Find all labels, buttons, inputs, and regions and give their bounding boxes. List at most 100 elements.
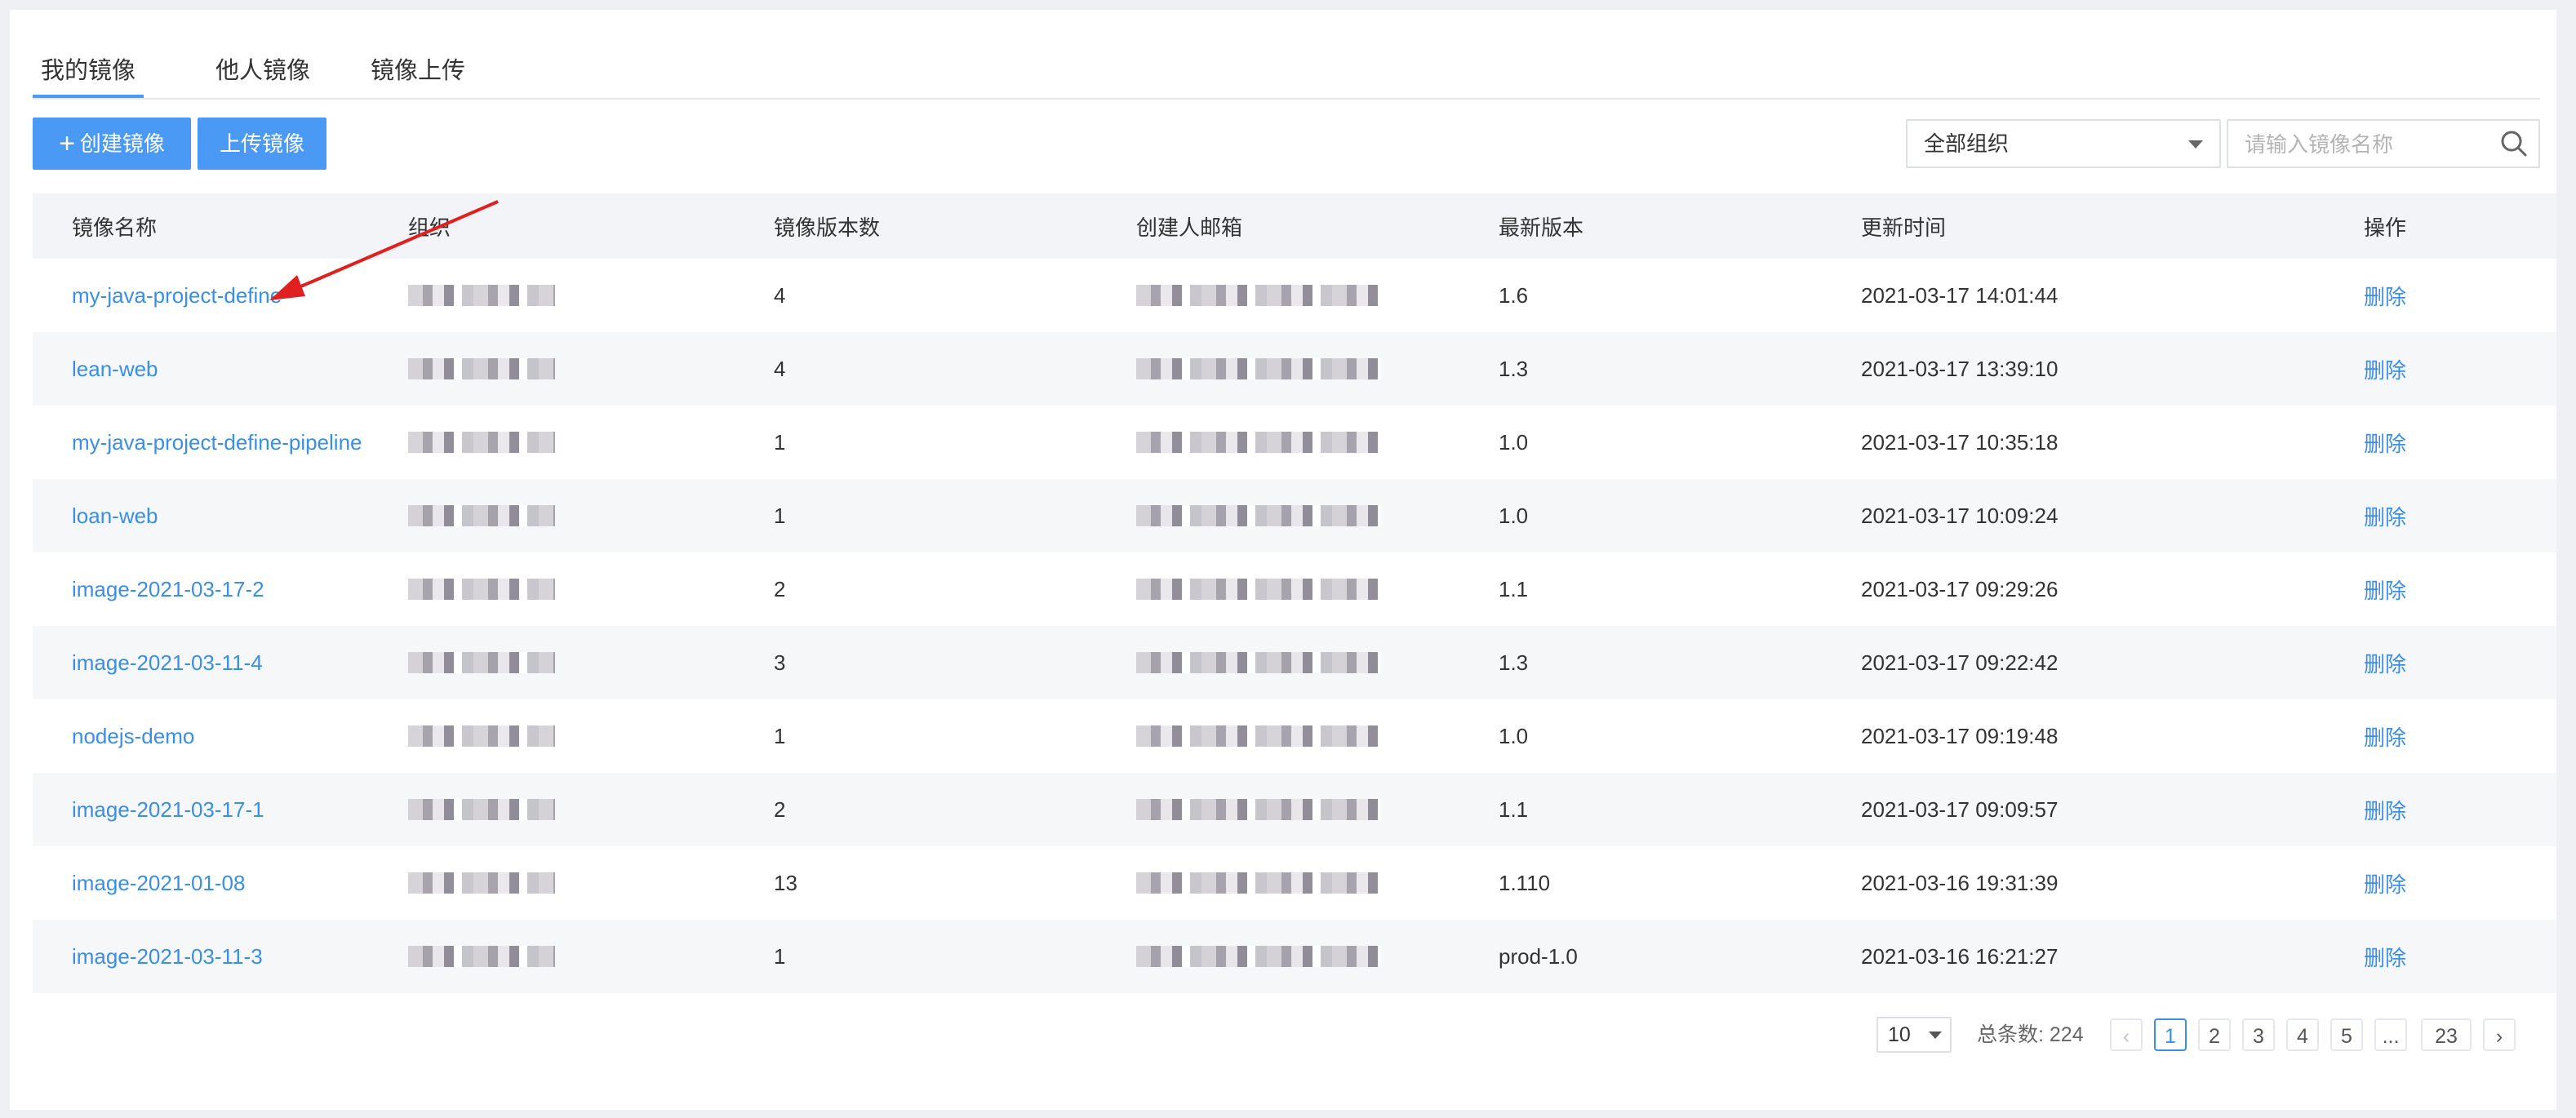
updated-time: 2021-03-17 09:19:48 xyxy=(1861,723,2059,748)
updated-time: 2021-03-17 13:39:10 xyxy=(1861,356,2059,381)
updated-time: 2021-03-17 10:09:24 xyxy=(1861,503,2059,528)
creator-email-redacted xyxy=(1136,725,1381,747)
updated-time: 2021-03-17 09:22:42 xyxy=(1861,650,2059,675)
updated-time: 2021-03-17 09:09:57 xyxy=(1861,796,2059,822)
image-name-link[interactable]: image-2021-03-17-1 xyxy=(72,797,264,823)
image-name-link[interactable]: my-java-project-define-pipeline xyxy=(72,430,362,455)
latest-version: 1.1 xyxy=(1499,796,1529,822)
organization-redacted xyxy=(408,432,555,453)
version-count: 1 xyxy=(774,503,786,528)
creator-email-redacted xyxy=(1136,505,1381,526)
delete-button[interactable]: 删除 xyxy=(2364,354,2406,384)
latest-version: 1.3 xyxy=(1499,356,1529,381)
organization-redacted xyxy=(408,285,555,306)
header-organization: 组织 xyxy=(408,215,451,240)
updated-time: 2021-03-17 14:01:44 xyxy=(1861,282,2059,308)
table-row: image-2021-03-17-2 2 1.1 2021-03-17 09:29:2… xyxy=(33,552,2556,626)
upload-image-button[interactable]: 上传镜像 xyxy=(198,118,326,170)
table-row: image-2021-01-08 13 1.110 2021-03-16 19:31:… xyxy=(33,846,2556,920)
organization-select-value: 全部组织 xyxy=(1924,131,2010,156)
header-image-name: 镜像名称 xyxy=(72,215,158,240)
page-button-3[interactable]: 3 xyxy=(2242,1018,2275,1051)
delete-button[interactable]: 删除 xyxy=(2364,721,2406,752)
organization-redacted xyxy=(408,799,555,820)
prev-page-button[interactable]: ‹ xyxy=(2110,1018,2143,1051)
latest-version: prod-1.0 xyxy=(1499,943,1578,969)
updated-time: 2021-03-16 16:21:27 xyxy=(1861,943,2059,969)
delete-button[interactable]: 删除 xyxy=(2364,868,2406,898)
image-name-link[interactable]: image-2021-03-17-2 xyxy=(72,577,264,602)
latest-version: 1.0 xyxy=(1499,723,1529,748)
image-name-link[interactable]: lean-web xyxy=(72,357,158,382)
image-name-link[interactable]: image-2021-01-08 xyxy=(72,871,245,896)
page-ellipsis-button[interactable]: ... xyxy=(2374,1018,2407,1051)
delete-button[interactable]: 删除 xyxy=(2364,501,2406,531)
create-image-label: 创建镜像 xyxy=(79,131,165,156)
delete-button[interactable]: 删除 xyxy=(2364,428,2406,458)
page-button-2[interactable]: 2 xyxy=(2198,1018,2231,1051)
creator-email-redacted xyxy=(1136,432,1381,453)
page-button-23[interactable]: 23 xyxy=(2421,1018,2472,1051)
table-row: image-2021-03-11-3 1 prod-1.0 2021-03-16 16… xyxy=(33,920,2556,993)
version-count: 4 xyxy=(774,282,786,308)
latest-version: 1.110 xyxy=(1499,870,1551,895)
image-name-link[interactable]: image-2021-03-11-4 xyxy=(72,650,263,676)
organization-redacted xyxy=(408,505,555,526)
latest-version: 1.0 xyxy=(1499,429,1529,455)
table-row: my-java-project-define 4 1.6 2021-03-17 14:… xyxy=(33,259,2556,332)
organization-redacted xyxy=(408,652,555,673)
main-panel: 我的镜像 他人镜像 镜像上传 +创建镜像 上传镜像 全部组织 镜像名称 组织 镜… xyxy=(10,10,2556,1110)
page-size-value: 10 xyxy=(1888,1023,1911,1046)
latest-version: 1.0 xyxy=(1499,503,1529,528)
delete-button[interactable]: 删除 xyxy=(2364,281,2406,311)
organization-select[interactable]: 全部组织 xyxy=(1906,119,2221,168)
search-box xyxy=(2227,119,2540,168)
latest-version: 1.1 xyxy=(1499,576,1529,601)
table-row: image-2021-03-11-4 3 1.3 2021-03-17 09:22:4… xyxy=(33,626,2556,699)
table-row: lean-web 4 1.3 2021-03-17 13:39:10 删除 xyxy=(33,332,2556,406)
delete-button[interactable]: 删除 xyxy=(2364,575,2406,605)
page-button-1[interactable]: 1 xyxy=(2154,1018,2187,1051)
creator-email-redacted xyxy=(1136,946,1381,967)
delete-button[interactable]: 删除 xyxy=(2364,648,2406,678)
chevron-down-icon xyxy=(1929,1031,1942,1039)
version-count: 13 xyxy=(774,870,797,895)
image-table: 镜像名称 组织 镜像版本数 创建人邮箱 最新版本 更新时间 操作 my-java… xyxy=(33,193,2556,993)
tab-others-images[interactable]: 他人镜像 xyxy=(207,46,318,96)
creator-email-redacted xyxy=(1136,872,1381,894)
total-count: 总条数: 224 xyxy=(1977,1023,2084,1046)
page-button-5[interactable]: 5 xyxy=(2330,1018,2363,1051)
organization-redacted xyxy=(408,872,555,894)
image-name-link[interactable]: loan-web xyxy=(72,504,158,529)
header-version-count: 镜像版本数 xyxy=(774,215,881,240)
delete-button[interactable]: 删除 xyxy=(2364,942,2406,972)
search-input[interactable] xyxy=(2228,121,2499,168)
organization-redacted xyxy=(408,579,555,600)
image-name-link[interactable]: my-java-project-define xyxy=(72,283,282,308)
create-image-button[interactable]: + 创建镜像 xyxy=(33,118,191,170)
next-page-button[interactable]: › xyxy=(2483,1018,2516,1051)
table-row: loan-web 1 1.0 2021-03-17 10:09:24 删除 xyxy=(33,479,2556,552)
delete-button[interactable]: 删除 xyxy=(2364,795,2406,825)
version-count: 2 xyxy=(774,796,786,822)
version-count: 1 xyxy=(774,943,786,969)
search-icon[interactable] xyxy=(2499,129,2529,158)
table-row: nodejs-demo 1 1.0 2021-03-17 09:19:48 删除 xyxy=(33,699,2556,773)
version-count: 4 xyxy=(774,356,786,381)
page-button-4[interactable]: 4 xyxy=(2286,1018,2319,1051)
version-count: 3 xyxy=(774,650,786,675)
image-name-link[interactable]: nodejs-demo xyxy=(72,724,194,749)
page-size-select[interactable]: 10 xyxy=(1876,1017,1952,1053)
organization-redacted xyxy=(408,725,555,747)
organization-redacted xyxy=(408,358,555,379)
organization-redacted xyxy=(408,946,555,967)
version-count: 1 xyxy=(774,429,786,455)
tab-image-upload[interactable]: 镜像上传 xyxy=(362,46,473,96)
version-count: 2 xyxy=(774,576,786,601)
updated-time: 2021-03-16 19:31:39 xyxy=(1861,870,2059,895)
header-updated-time: 更新时间 xyxy=(1861,215,1947,240)
table-body: my-java-project-define 4 1.6 2021-03-17 14:… xyxy=(33,259,2556,993)
plus-icon: + xyxy=(59,128,75,159)
image-name-link[interactable]: image-2021-03-11-3 xyxy=(72,944,263,969)
tab-my-images[interactable]: 我的镜像 xyxy=(33,46,144,98)
